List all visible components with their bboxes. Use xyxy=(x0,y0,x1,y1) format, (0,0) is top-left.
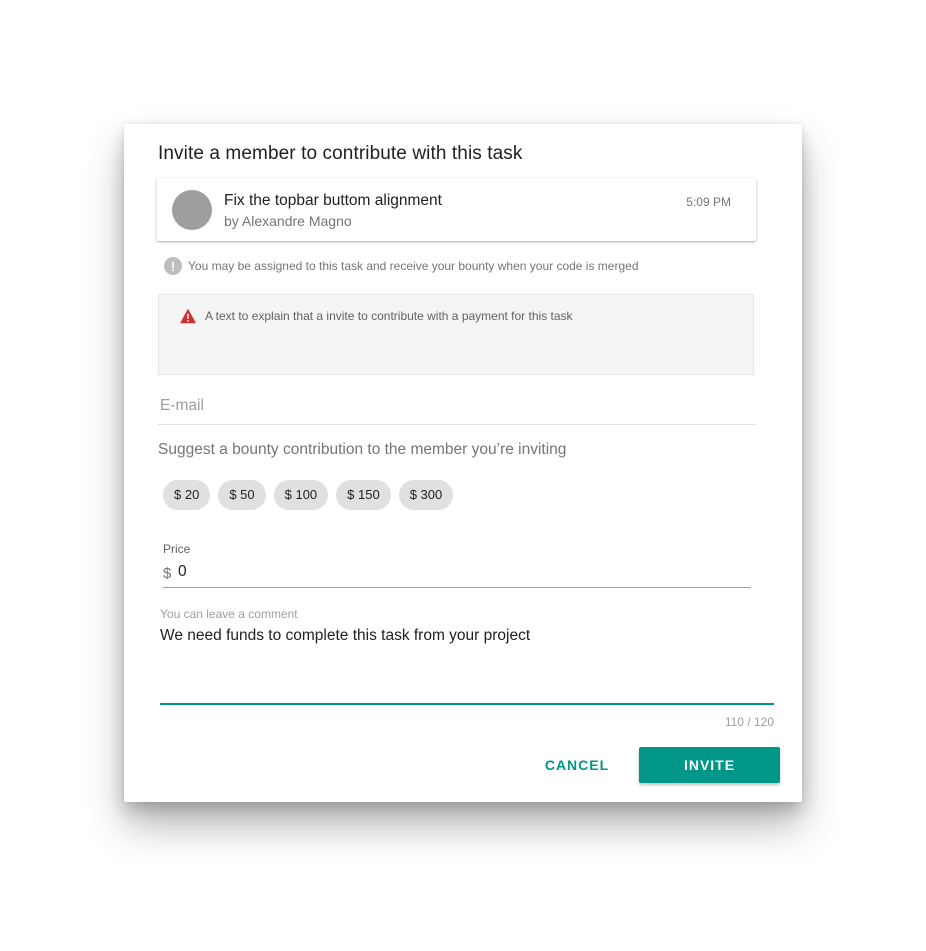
bounty-chip-20[interactable]: $ 20 xyxy=(163,480,211,510)
avatar xyxy=(172,190,212,230)
task-author: by Alexandre Magno xyxy=(224,213,352,229)
comment-label: You can leave a comment xyxy=(160,607,298,621)
comment-textarea[interactable]: We need funds to complete this task from… xyxy=(160,627,774,697)
email-input[interactable] xyxy=(158,395,760,417)
invite-button[interactable]: INVITE xyxy=(639,747,780,783)
exclamation-circle-icon: ! xyxy=(164,257,182,275)
task-time: 5:09 PM xyxy=(686,195,731,209)
task-title: Fix the topbar buttom alignment xyxy=(224,192,442,209)
warning-triangle-icon xyxy=(180,308,196,324)
bounty-chips: $ 20 $ 50 $ 100 $ 150 $ 300 xyxy=(163,480,454,510)
bounty-chip-150[interactable]: $ 150 xyxy=(336,480,391,510)
invite-dialog: Invite a member to contribute with this … xyxy=(124,124,802,802)
bounty-chip-50[interactable]: $ 50 xyxy=(218,480,266,510)
bounty-label: Suggest a bounty contribution to the mem… xyxy=(158,441,567,458)
warning-box: A text to explain that a invite to contr… xyxy=(158,294,754,375)
info-row: ! You may be assigned to this task and r… xyxy=(164,257,639,275)
price-input[interactable] xyxy=(178,561,738,583)
price-field: $ xyxy=(163,561,751,588)
comment-field: We need funds to complete this task from… xyxy=(160,627,774,705)
price-label: Price xyxy=(163,542,191,556)
info-text: You may be assigned to this task and rec… xyxy=(188,259,639,273)
bounty-chip-300[interactable]: $ 300 xyxy=(398,480,454,510)
task-card[interactable]: Fix the topbar buttom alignment by Alexa… xyxy=(157,178,756,241)
dialog-title: Invite a member to contribute with this … xyxy=(158,143,523,164)
price-prefix: $ xyxy=(163,565,172,582)
cancel-button[interactable]: CANCEL xyxy=(538,747,616,783)
email-field xyxy=(158,395,760,425)
warning-text: A text to explain that a invite to contr… xyxy=(205,309,573,323)
bounty-chip-100[interactable]: $ 100 xyxy=(273,480,329,510)
character-counter: 110 / 120 xyxy=(724,715,774,729)
